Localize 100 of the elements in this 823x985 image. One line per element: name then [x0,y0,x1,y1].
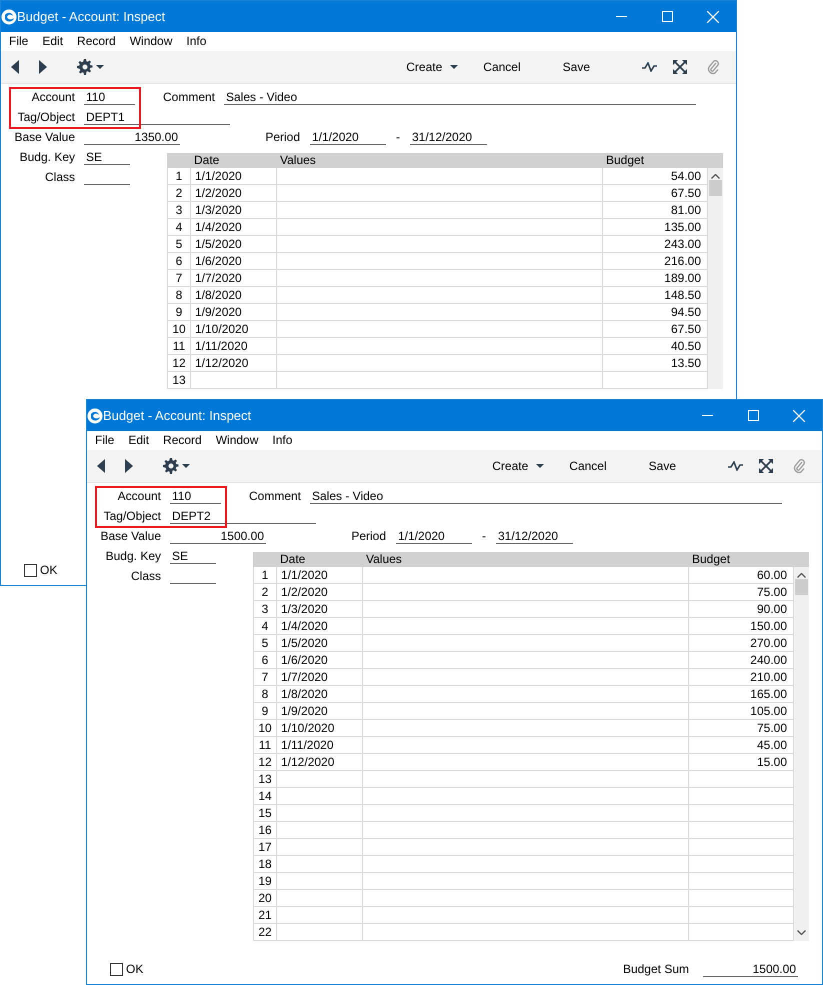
gear-icon[interactable] [77,59,93,75]
left-arrow-icon[interactable] [11,60,19,74]
caret-icon[interactable] [536,464,544,468]
comment-field[interactable]: Sales - Video [224,90,696,104]
right-arrow-icon[interactable] [39,60,47,74]
close-icon[interactable] [793,410,805,422]
row-number: 7 [168,270,191,286]
menu-item[interactable]: Record [70,33,123,50]
menu-item[interactable]: File [88,432,122,449]
expand-icon[interactable] [673,60,687,74]
scroll-thumb[interactable] [709,180,722,196]
row-number: 8 [168,287,191,303]
pulse-icon[interactable] [642,62,657,72]
base-value-label: Base Value [100,529,161,543]
row-number: 3 [168,202,191,218]
period-end-field[interactable]: 31/12/2020 [410,130,487,144]
date-cell: 1/4/2020 [277,618,363,634]
date-cell: 1/2/2020 [277,584,363,600]
column-header: Date [193,153,220,168]
base-value-field[interactable]: 1500.00 [170,528,266,544]
base-value-field[interactable]: 1350.00 [84,130,180,144]
budg-key-label: Budg. Key [18,150,75,164]
paperclip-icon[interactable] [707,59,719,75]
row-number: 21 [254,907,277,923]
period-label: Period [264,130,300,144]
row-number: 2 [168,185,191,201]
date-cell: 1/8/2020 [277,686,363,702]
scroll-up-icon[interactable] [711,174,720,179]
date-cell: 1/1/2020 [277,567,363,583]
row-number: 1 [168,168,191,184]
menu-item[interactable]: Info [265,432,300,449]
save-button[interactable]: Save [562,58,590,76]
scroll-up-icon[interactable] [797,573,806,578]
period-separator: - [395,130,401,144]
comment-field[interactable]: Sales - Video [310,488,782,504]
account-field[interactable]: 110 [170,488,221,504]
date-cell: 1/5/2020 [277,635,363,651]
row-number: 4 [168,219,191,235]
menu-item[interactable]: Window [208,432,266,449]
menu-item[interactable]: File [2,33,36,50]
menu-item[interactable]: Edit [35,33,70,50]
period-start-field[interactable]: 1/1/2020 [396,528,472,544]
column-header: Budget [605,153,646,168]
row-number: 3 [254,601,277,617]
tag-object-field[interactable]: DEPT2 [170,508,316,524]
pulse-icon[interactable] [728,461,743,471]
date-cell: 1/4/2020 [191,219,277,235]
gear-icon[interactable] [163,458,179,474]
ok-checkbox[interactable] [110,962,123,976]
row-number: 11 [168,338,191,354]
menu-item[interactable]: Window [122,33,180,50]
date-cell: 1/3/2020 [277,601,363,617]
row-number: 19 [254,873,277,889]
tag-object-label: Tag/Object [102,509,161,523]
menu-item[interactable]: Edit [121,432,156,449]
save-button[interactable]: Save [648,457,676,475]
date-cell: 1/7/2020 [277,669,363,685]
cancel-button[interactable]: Cancel [483,58,521,76]
create-button[interactable]: Create [492,457,544,475]
budget-sum-label: Budget Sum [622,962,689,976]
cancel-button[interactable]: Cancel [569,457,607,475]
period-end-field[interactable]: 31/12/2020 [496,528,573,544]
minimize-icon[interactable] [616,16,626,17]
maximize-icon[interactable] [662,11,672,22]
period-separator: - [481,529,487,543]
caret-icon[interactable] [450,65,458,69]
budg-key-field[interactable]: SE [170,548,216,564]
row-number: 6 [254,652,277,668]
column-header: Date [279,552,306,567]
base-value-label: Base Value [14,130,75,144]
create-button[interactable]: Create [406,58,458,76]
class-label: Class [44,170,75,184]
date-cell: 1/10/2020 [277,720,363,736]
left-arrow-icon[interactable] [97,459,105,473]
caret-icon[interactable] [96,65,104,69]
menu-item[interactable]: Info [179,33,214,50]
budg-key-label: Budg. Key [104,549,161,563]
right-arrow-icon[interactable] [125,459,133,473]
row-number: 9 [168,304,191,320]
budget-sum-field[interactable]: 1500.00 [703,962,798,976]
close-icon[interactable] [707,10,719,22]
account-field[interactable]: 110 [84,90,135,104]
expand-icon[interactable] [759,459,773,473]
class-label: Class [130,569,161,583]
date-cell: 1/8/2020 [191,287,277,303]
menu-item[interactable]: Record [156,432,209,449]
maximize-icon[interactable] [748,410,758,421]
scroll-thumb[interactable] [795,579,808,595]
ok-checkbox[interactable] [24,564,37,576]
period-start-field[interactable]: 1/1/2020 [310,130,386,144]
tag-object-field[interactable]: DEPT1 [84,110,230,124]
row-number: 12 [254,754,277,770]
scroll-down-icon[interactable] [797,930,806,935]
budg-key-field[interactable]: SE [84,150,130,164]
minimize-icon[interactable] [702,415,712,416]
paperclip-icon[interactable] [793,458,805,474]
account-label: Account [116,489,161,503]
tag-object-label: Tag/Object [16,110,75,124]
ok-label: OK [40,563,58,577]
caret-icon[interactable] [182,464,190,468]
